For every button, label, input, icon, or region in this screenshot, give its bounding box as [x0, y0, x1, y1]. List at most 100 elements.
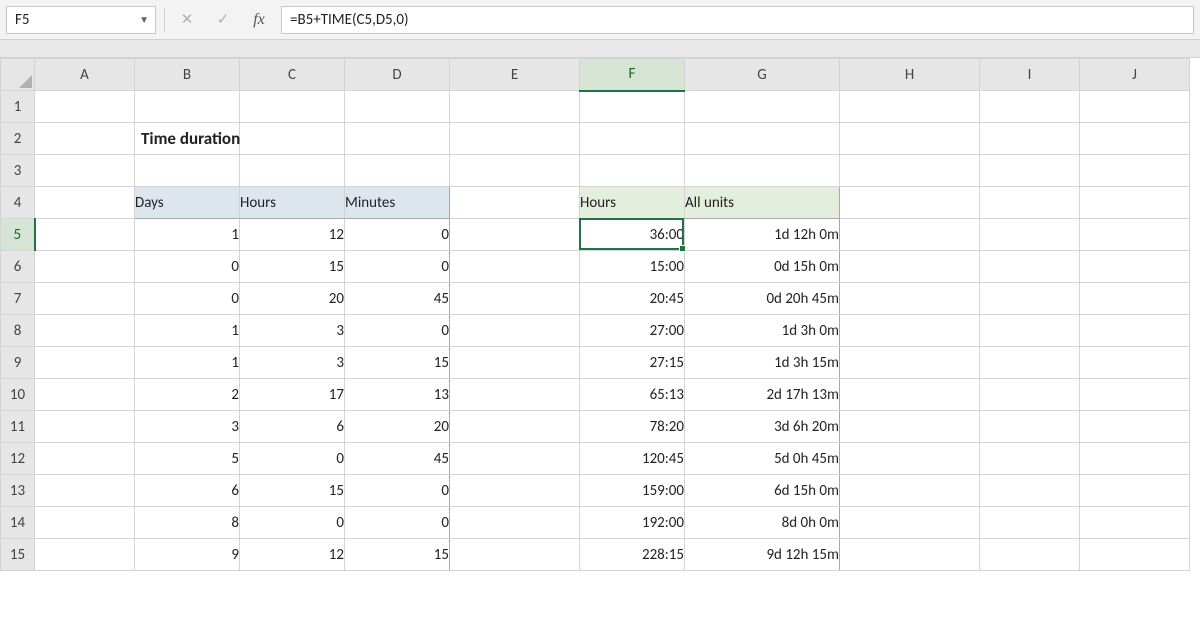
- cell-J10[interactable]: [1080, 379, 1190, 411]
- cell-A7[interactable]: [35, 283, 135, 315]
- cell-J6[interactable]: [1080, 251, 1190, 283]
- table1-header-days[interactable]: Days: [135, 187, 240, 219]
- table1-cell[interactable]: 20: [345, 411, 450, 443]
- worksheet[interactable]: ABCDEFGHIJ12Time duration with days34Day…: [0, 58, 1200, 571]
- table1-cell[interactable]: 15: [345, 539, 450, 571]
- row-header-3[interactable]: 3: [1, 155, 35, 187]
- column-header-G[interactable]: G: [685, 59, 840, 91]
- cell-H13[interactable]: [840, 475, 980, 507]
- cell-E8[interactable]: [450, 315, 580, 347]
- cell-J12[interactable]: [1080, 443, 1190, 475]
- cell-H6[interactable]: [840, 251, 980, 283]
- column-header-C[interactable]: C: [240, 59, 345, 91]
- cell-H9[interactable]: [840, 347, 980, 379]
- table2-cell[interactable]: 8d 0h 0m: [685, 507, 840, 539]
- row-header-13[interactable]: 13: [1, 475, 35, 507]
- cell-E9[interactable]: [450, 347, 580, 379]
- table1-cell[interactable]: 3: [240, 347, 345, 379]
- row-header-7[interactable]: 7: [1, 283, 35, 315]
- column-header-D[interactable]: D: [345, 59, 450, 91]
- table1-cell[interactable]: 45: [345, 283, 450, 315]
- table1-cell[interactable]: 0: [345, 315, 450, 347]
- cell-I1[interactable]: [980, 91, 1080, 123]
- table2-cell[interactable]: 3d 6h 20m: [685, 411, 840, 443]
- cell-I14[interactable]: [980, 507, 1080, 539]
- table1-cell[interactable]: 13: [345, 379, 450, 411]
- cell-I6[interactable]: [980, 251, 1080, 283]
- table1-cell[interactable]: 45: [345, 443, 450, 475]
- cell-E11[interactable]: [450, 411, 580, 443]
- cell-A4[interactable]: [35, 187, 135, 219]
- column-header-A[interactable]: A: [35, 59, 135, 91]
- cell-F3[interactable]: [580, 155, 685, 187]
- cell-H1[interactable]: [840, 91, 980, 123]
- table2-cell[interactable]: 9d 12h 15m: [685, 539, 840, 571]
- cell-A1[interactable]: [35, 91, 135, 123]
- row-header-6[interactable]: 6: [1, 251, 35, 283]
- cell-B2[interactable]: Time duration with days: [135, 123, 240, 155]
- column-header-I[interactable]: I: [980, 59, 1080, 91]
- cell-A8[interactable]: [35, 315, 135, 347]
- cell-I9[interactable]: [980, 347, 1080, 379]
- table1-cell[interactable]: 15: [240, 475, 345, 507]
- table1-cell[interactable]: 2: [135, 379, 240, 411]
- cell-C1[interactable]: [240, 91, 345, 123]
- row-header-14[interactable]: 14: [1, 507, 35, 539]
- table2-cell[interactable]: 27:00: [580, 315, 685, 347]
- cell-J7[interactable]: [1080, 283, 1190, 315]
- table1-cell[interactable]: 17: [240, 379, 345, 411]
- table2-cell[interactable]: 78:20: [580, 411, 685, 443]
- cell-J11[interactable]: [1080, 411, 1190, 443]
- table1-cell[interactable]: 0: [240, 443, 345, 475]
- table1-cell[interactable]: 0: [135, 251, 240, 283]
- cell-G2[interactable]: [685, 123, 840, 155]
- cell-A9[interactable]: [35, 347, 135, 379]
- cell-A3[interactable]: [35, 155, 135, 187]
- table1-cell[interactable]: 6: [135, 475, 240, 507]
- cell-G1[interactable]: [685, 91, 840, 123]
- row-header-11[interactable]: 11: [1, 411, 35, 443]
- cell-J3[interactable]: [1080, 155, 1190, 187]
- table2-cell[interactable]: 65:13: [580, 379, 685, 411]
- cell-I8[interactable]: [980, 315, 1080, 347]
- row-header-9[interactable]: 9: [1, 347, 35, 379]
- column-header-B[interactable]: B: [135, 59, 240, 91]
- cell-J14[interactable]: [1080, 507, 1190, 539]
- cell-J4[interactable]: [1080, 187, 1190, 219]
- cell-J15[interactable]: [1080, 539, 1190, 571]
- table1-cell[interactable]: 9: [135, 539, 240, 571]
- row-header-5[interactable]: 5: [1, 219, 35, 251]
- table1-cell[interactable]: 1: [135, 219, 240, 251]
- table1-cell[interactable]: 1: [135, 315, 240, 347]
- cell-H2[interactable]: [840, 123, 980, 155]
- cell-J13[interactable]: [1080, 475, 1190, 507]
- cell-A6[interactable]: [35, 251, 135, 283]
- cell-J1[interactable]: [1080, 91, 1190, 123]
- cell-I10[interactable]: [980, 379, 1080, 411]
- cell-E3[interactable]: [450, 155, 580, 187]
- cell-F1[interactable]: [580, 91, 685, 123]
- table2-cell[interactable]: 27:15: [580, 347, 685, 379]
- cell-J8[interactable]: [1080, 315, 1190, 347]
- table1-cell[interactable]: 8: [135, 507, 240, 539]
- table1-cell[interactable]: 3: [240, 315, 345, 347]
- cancel-formula-button[interactable]: ✕: [173, 6, 201, 34]
- cell-H4[interactable]: [840, 187, 980, 219]
- cell-I2[interactable]: [980, 123, 1080, 155]
- table1-header-hours[interactable]: Hours: [240, 187, 345, 219]
- table2-cell[interactable]: 1d 3h 15m: [685, 347, 840, 379]
- cell-A11[interactable]: [35, 411, 135, 443]
- cell-G3[interactable]: [685, 155, 840, 187]
- cell-A10[interactable]: [35, 379, 135, 411]
- table2-header-hours[interactable]: Hours: [580, 187, 685, 219]
- table1-cell[interactable]: 0: [345, 475, 450, 507]
- cell-E13[interactable]: [450, 475, 580, 507]
- table1-cell[interactable]: 1: [135, 347, 240, 379]
- table2-cell[interactable]: 0d 20h 45m: [685, 283, 840, 315]
- table2-cell[interactable]: 228:15: [580, 539, 685, 571]
- cell-E6[interactable]: [450, 251, 580, 283]
- cell-E4[interactable]: [450, 187, 580, 219]
- cell-I13[interactable]: [980, 475, 1080, 507]
- cell-E1[interactable]: [450, 91, 580, 123]
- cell-I11[interactable]: [980, 411, 1080, 443]
